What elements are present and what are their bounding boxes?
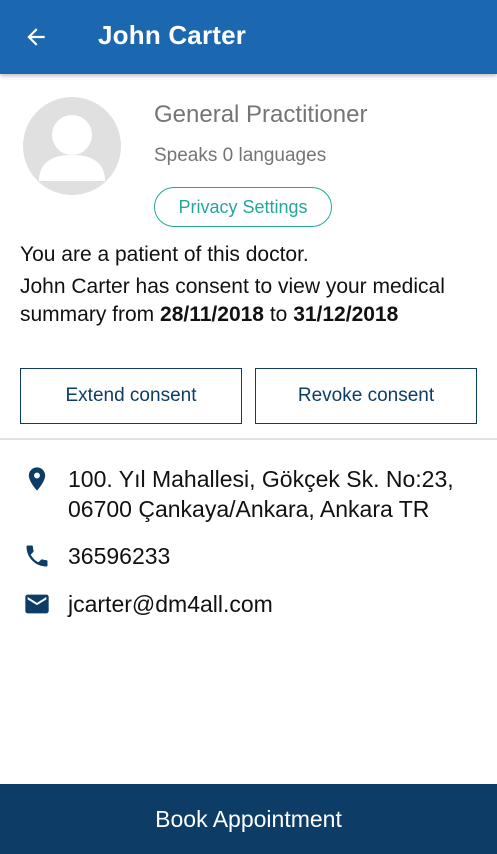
address-text: 100. Yıl Mahallesi, Gökçek Sk. No:23, 06… xyxy=(68,466,454,522)
patient-status-text: You are a patient of this doctor. xyxy=(20,243,309,266)
consent-detail-text: John Carter has consent to view your med… xyxy=(20,273,480,329)
phone-icon xyxy=(22,541,52,571)
back-button[interactable] xyxy=(18,19,54,55)
consent-date-from: 28/11/2018 xyxy=(160,303,264,326)
divider xyxy=(0,438,497,440)
consent-detail-to: to xyxy=(269,303,288,326)
extend-consent-button[interactable]: Extend consent xyxy=(20,368,242,424)
email-text: jcarter@dm4all.com xyxy=(68,591,273,617)
phone-text: 36596233 xyxy=(68,543,171,569)
revoke-consent-button[interactable]: Revoke consent xyxy=(255,368,477,424)
location-pin-icon xyxy=(22,464,52,494)
page-title: John Carter xyxy=(98,20,247,50)
doctor-languages: Speaks 0 languages xyxy=(154,145,327,166)
privacy-settings-button[interactable]: Privacy Settings xyxy=(154,187,332,227)
arrow-left-icon xyxy=(27,28,45,46)
consent-date-to: 31/12/2018 xyxy=(293,303,399,326)
book-appointment-button[interactable]: Book Appointment xyxy=(0,784,497,854)
doctor-specialty: General Practitioner xyxy=(154,101,368,128)
app-bar: John Carter xyxy=(0,0,497,74)
mail-icon xyxy=(22,589,52,619)
doctor-profile-screen: John Carter General Practitioner Speaks … xyxy=(0,0,497,854)
person-placeholder-icon xyxy=(39,115,105,181)
avatar xyxy=(23,97,121,195)
